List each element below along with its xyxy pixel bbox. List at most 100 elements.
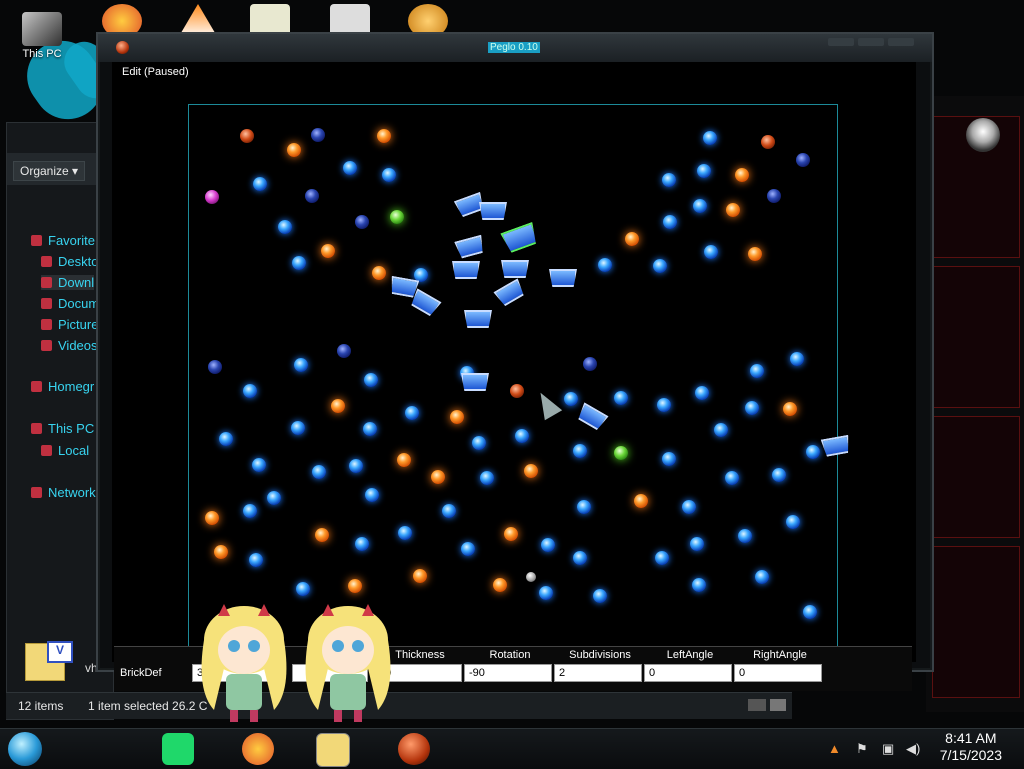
peg-dark[interactable] — [311, 128, 325, 142]
peg-dark[interactable] — [355, 215, 369, 229]
peg-blue[interactable] — [655, 551, 669, 565]
tray-app-icon[interactable]: ▲ — [828, 741, 841, 756]
peg-blue[interactable] — [219, 432, 233, 446]
brick[interactable] — [501, 260, 529, 278]
peg-blue[interactable] — [662, 173, 676, 187]
peg-blue[interactable] — [657, 398, 671, 412]
peg-blue[interactable] — [363, 422, 377, 436]
nav-videos[interactable]: Videos — [41, 338, 98, 353]
peg-blue[interactable] — [745, 401, 759, 415]
peg-blue[interactable] — [364, 373, 378, 387]
peg-dark[interactable] — [767, 189, 781, 203]
peg-blue[interactable] — [704, 245, 718, 259]
peg-orange[interactable] — [524, 464, 538, 478]
peg-blue[interactable] — [461, 542, 475, 556]
peg-orange[interactable] — [205, 511, 219, 525]
peg-blue[interactable] — [291, 421, 305, 435]
minimize-button[interactable] — [828, 38, 854, 46]
peg-blue[interactable] — [750, 364, 764, 378]
peg-blue[interactable] — [296, 582, 310, 596]
peg-blue[interactable] — [442, 504, 456, 518]
desktop-icon-this-pc[interactable]: This PC — [12, 12, 72, 60]
peg-blue[interactable] — [786, 515, 800, 529]
peg-blue[interactable] — [472, 436, 486, 450]
brick[interactable] — [575, 402, 608, 432]
peg-blue[interactable] — [662, 452, 676, 466]
peg-orange[interactable] — [315, 528, 329, 542]
peg-blue[interactable] — [703, 131, 717, 145]
peg-orange[interactable] — [493, 578, 507, 592]
peg-orange[interactable] — [377, 129, 391, 143]
peg-orange[interactable] — [413, 569, 427, 583]
peg-green[interactable] — [614, 446, 628, 460]
start-button[interactable] — [8, 732, 42, 766]
peg-red[interactable] — [761, 135, 775, 149]
peg-blue[interactable] — [515, 429, 529, 443]
level-playfield[interactable] — [188, 104, 838, 666]
peg-blue[interactable] — [343, 161, 357, 175]
peg-blue[interactable] — [598, 258, 612, 272]
peg-orange[interactable] — [321, 244, 335, 258]
peg-blue[interactable] — [480, 471, 494, 485]
brick[interactable] — [452, 261, 480, 279]
taskbar-app-notes[interactable] — [162, 733, 194, 765]
organize-button[interactable]: Organize ▾ — [13, 161, 86, 181]
peg-red[interactable] — [240, 129, 254, 143]
peg-dark[interactable] — [208, 360, 222, 374]
peg-blue[interactable] — [772, 468, 786, 482]
taskbar-clock[interactable]: 8:41 AM 7/15/2023 — [940, 730, 1002, 764]
brick[interactable] — [549, 269, 577, 287]
tiles-view-icon[interactable] — [770, 699, 786, 711]
peg-blue[interactable] — [614, 391, 628, 405]
nav-favorites[interactable]: Favorite — [31, 233, 95, 248]
peg-blue[interactable] — [355, 537, 369, 551]
peg-blue[interactable] — [692, 578, 706, 592]
nav-this-pc[interactable]: This PC — [31, 421, 94, 436]
peg-blue[interactable] — [714, 423, 728, 437]
peg-dark[interactable] — [337, 344, 351, 358]
nav-pictures[interactable]: Picture — [41, 317, 98, 332]
peg-green[interactable] — [390, 210, 404, 224]
nav-homegroup[interactable]: Homegr — [31, 379, 94, 394]
peg-blue[interactable] — [690, 537, 704, 551]
peg-blue[interactable] — [693, 199, 707, 213]
peg-dark[interactable] — [305, 189, 319, 203]
peg-blue[interactable] — [541, 538, 555, 552]
peg-blue[interactable] — [790, 352, 804, 366]
taskbar-firefox[interactable] — [242, 733, 274, 765]
peg-orange[interactable] — [783, 402, 797, 416]
peg-blue[interactable] — [573, 551, 587, 565]
subdivisions-field[interactable] — [554, 664, 642, 682]
peg-orange[interactable] — [504, 527, 518, 541]
brick[interactable] — [821, 435, 852, 458]
flag-icon[interactable]: ⚑ — [856, 741, 868, 757]
details-view-icon[interactable] — [748, 699, 766, 711]
volume-icon[interactable]: ◀) — [906, 741, 920, 757]
peg-blue[interactable] — [252, 458, 266, 472]
brick[interactable] — [479, 202, 507, 220]
window-titlebar[interactable]: Peglo 0.10 — [98, 34, 932, 62]
nav-desktop[interactable]: Deskto — [41, 254, 98, 269]
peg-blue[interactable] — [294, 358, 308, 372]
nav-documents[interactable]: Docum — [41, 296, 99, 311]
leftangle-field[interactable] — [644, 664, 732, 682]
peg-red[interactable] — [510, 384, 524, 398]
brick[interactable] — [461, 373, 489, 391]
selected-brick[interactable] — [500, 222, 539, 254]
peg-orange[interactable] — [735, 168, 749, 182]
peg-blue[interactable] — [243, 384, 257, 398]
peg-orange[interactable] — [372, 266, 386, 280]
peg-blue[interactable] — [398, 526, 412, 540]
rightangle-field[interactable] — [734, 664, 822, 682]
peg-blue[interactable] — [682, 500, 696, 514]
peg-blue[interactable] — [253, 177, 267, 191]
peg-blue[interactable] — [365, 488, 379, 502]
peg-blue[interactable] — [755, 570, 769, 584]
peg-blue[interactable] — [243, 504, 257, 518]
peg-purple[interactable] — [205, 190, 219, 204]
window-app-icon[interactable] — [116, 41, 129, 54]
peg-blue[interactable] — [292, 256, 306, 270]
nav-downloads[interactable]: Downl — [41, 275, 95, 290]
peg-blue[interactable] — [695, 386, 709, 400]
peg-blue[interactable] — [593, 589, 607, 603]
